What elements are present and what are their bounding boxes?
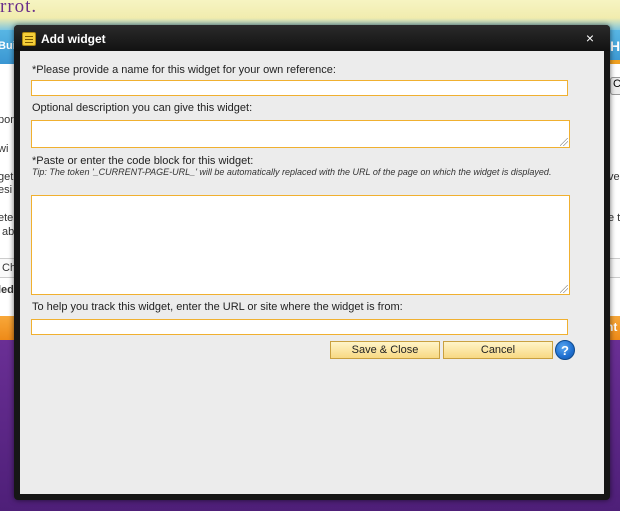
background-text: wi (0, 143, 9, 155)
background-button: C (610, 77, 620, 95)
save-close-button[interactable]: Save & Close (330, 341, 440, 359)
dialog-title: Add widget (41, 32, 106, 46)
background-text: led (0, 284, 14, 296)
close-icon[interactable]: × (582, 30, 598, 46)
background-text: ete (0, 212, 14, 224)
resize-handle-icon[interactable] (560, 138, 568, 146)
description-textarea[interactable] (31, 120, 570, 148)
source-url-input[interactable] (31, 319, 568, 335)
code-block-tip: Tip: The token '_CURRENT-PAGE-URL_' will… (32, 167, 552, 177)
background-text: get (0, 171, 14, 183)
add-widget-dialog: Add widget × *Please provide a name for … (14, 25, 610, 500)
widget-name-label: *Please provide a name for this widget f… (32, 64, 336, 76)
help-icon[interactable]: ? (555, 340, 575, 360)
source-url-label: To help you track this widget, enter the… (32, 301, 403, 313)
code-block-label: *Paste or enter the code block for this … (32, 155, 254, 167)
background-nav-item-right: H (610, 38, 620, 54)
widget-icon (22, 32, 36, 46)
resize-handle-icon[interactable] (560, 285, 568, 293)
site-logo: rrot. (0, 0, 38, 17)
description-label: Optional description you can give this w… (32, 102, 253, 114)
dialog-title-bar[interactable]: Add widget × (14, 25, 610, 51)
widget-name-input[interactable] (31, 80, 568, 96)
dialog-body: *Please provide a name for this widget f… (20, 51, 604, 494)
background-text: ab (2, 226, 15, 238)
code-block-textarea[interactable] (31, 195, 570, 295)
cancel-button[interactable]: Cancel (443, 341, 553, 359)
background-text: esi (0, 184, 13, 196)
